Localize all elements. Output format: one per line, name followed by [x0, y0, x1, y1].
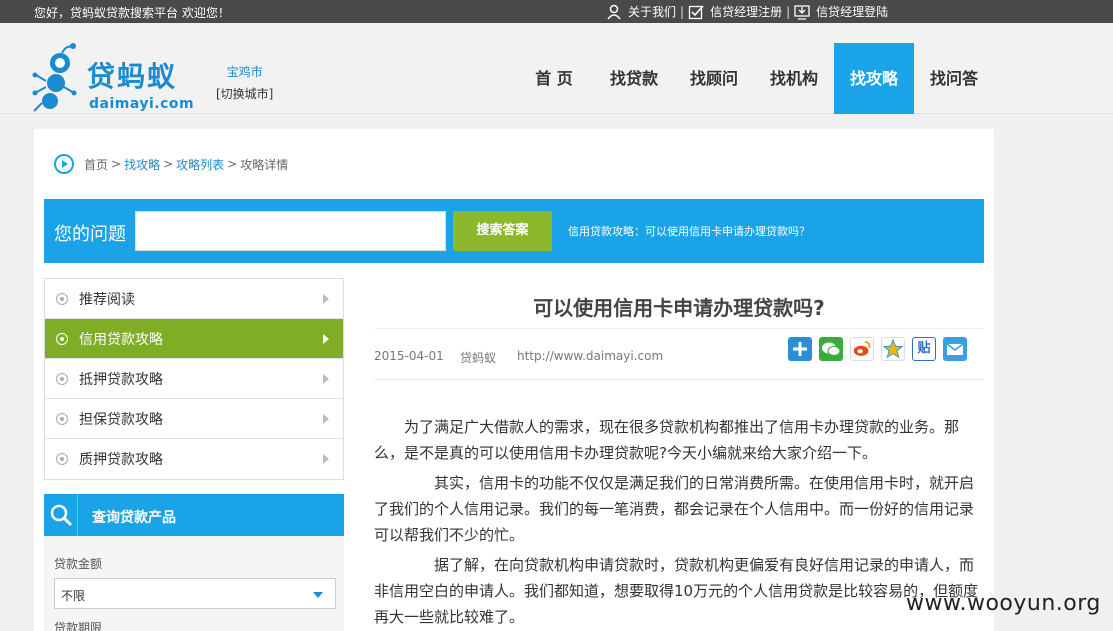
logo-domain-text: daimayi.com — [89, 96, 195, 112]
chevron-right-icon — [323, 374, 329, 384]
article-paragraph: 据了解，在向贷款机构申请贷款时，贷款机构更偏爱有良好信用记录的申请人，而非信用空… — [374, 556, 979, 626]
manager-login-link[interactable]: 信贷经理登陆 — [794, 3, 888, 20]
breadcrumb-home[interactable]: 首页 — [84, 156, 108, 173]
monitor-icon — [794, 4, 810, 20]
nav-home[interactable]: 首 页 — [514, 43, 594, 114]
loan-query-box: 查询贷款产品 贷款金额 不限 贷款期限 — [44, 494, 344, 631]
breadcrumb-sep: > — [163, 157, 174, 171]
question-search-bar: 您的问题 搜索答案 信用贷款攻略：可以使用信用卡申请办理贷款吗？ — [44, 199, 984, 263]
main-nav: 首 页 找贷款 找顾问 找机构 找攻略 找问答 — [514, 43, 994, 114]
article-paragraph: 其实，信用卡的功能不仅仅是满足我们的日常消费所需。在使用信用卡时，就开启了我们的… — [374, 474, 975, 544]
loan-amount-label: 贷款金额 — [54, 557, 103, 571]
nav-find-institution[interactable]: 找机构 — [754, 43, 834, 114]
logo-brand-text: 贷蚂蚁 — [87, 60, 178, 93]
qzone-star-icon[interactable] — [881, 337, 905, 361]
user-icon — [607, 4, 621, 19]
about-us-link[interactable]: 关于我们 — [606, 3, 676, 20]
nav-find-qa[interactable]: 找问答 — [914, 43, 994, 114]
about-us-label: 关于我们 — [628, 5, 677, 19]
breadcrumb-current: 攻略详情 — [240, 157, 289, 172]
sidebar-item-label: 推荐阅读 — [79, 291, 135, 308]
top-bar: 您好，贷蚂蚁贷款搜索平台 欢迎您！ 关于我们 | 信贷经理注册 | 信贷经理登陆 — [0, 0, 1113, 23]
article: 可以使用信用卡申请办理贷款吗? 2015-04-01 贷蚂蚁 http://ww… — [374, 278, 984, 626]
chevron-right-icon — [323, 454, 329, 464]
city-selector: 宝鸡市 [切换城市] — [216, 63, 273, 102]
share-bar: 贴 — [788, 337, 974, 361]
wechat-icon[interactable] — [819, 337, 843, 361]
nav-find-advisor[interactable]: 找顾问 — [674, 43, 754, 114]
article-url[interactable]: http://www.daimayi.com — [517, 349, 663, 363]
sidebar-item-guarantee-loan[interactable]: 担保贷款攻略 — [45, 399, 343, 439]
manager-register-label: 信贷经理注册 — [710, 5, 783, 19]
search-icon — [44, 494, 78, 536]
chevron-right-icon — [323, 294, 329, 304]
loan-amount-value: 不限 — [61, 589, 86, 603]
sidebar-item-mortgage-loan[interactable]: 抵押贷款攻略 — [45, 359, 343, 399]
manager-register-link[interactable]: 信贷经理注册 — [688, 3, 782, 20]
ant-logo-icon — [32, 43, 77, 112]
article-title: 可以使用信用卡申请办理贷款吗? — [533, 296, 825, 320]
article-body: 为了满足广大借款人的需求，现在很多贷款机构都推出了信用卡办理贷款的业务。那么，是… — [374, 414, 984, 631]
sidebar-item-pledge-loan[interactable]: 质押贷款攻略 — [45, 439, 343, 479]
circle-dot-icon — [56, 453, 68, 465]
loan-amount-select[interactable]: 不限 — [54, 578, 336, 609]
article-meta: 2015-04-01 贷蚂蚁 http://www.daimayi.com 贴 — [374, 328, 984, 380]
sidebar-item-label: 信用贷款攻略 — [79, 331, 163, 348]
breadcrumb-sep: > — [111, 157, 122, 171]
article-paragraph: 为了满足广大借款人的需求，现在很多贷款机构都推出了信用卡办理贷款的业务。那么，是… — [374, 418, 960, 462]
site-header: 贷蚂蚁 daimayi.com 宝鸡市 [切换城市] 首 页 找贷款 找顾问 找… — [0, 23, 1113, 114]
search-answer-button[interactable]: 搜索答案 — [453, 211, 552, 251]
watermark: www.wooyun.org — [906, 591, 1101, 616]
sidebar-item-recommended[interactable]: 推荐阅读 — [45, 279, 343, 319]
loan-term-label: 贷款期限 — [54, 621, 103, 631]
chevron-right-icon — [323, 334, 329, 344]
chevron-right-icon — [323, 414, 329, 424]
play-circle-icon — [54, 154, 74, 174]
loan-query-title: 查询贷款产品 — [92, 510, 176, 526]
weibo-icon[interactable] — [850, 337, 874, 361]
switch-city-link[interactable]: [切换城市] — [216, 85, 273, 102]
breadcrumb-sep: > — [227, 157, 238, 171]
breadcrumb-guide[interactable]: 找攻略 — [124, 156, 160, 173]
top-links: 关于我们 | 信贷经理注册 | 信贷经理登陆 — [606, 0, 888, 23]
city-name: 宝鸡市 — [226, 65, 263, 79]
email-icon[interactable] — [943, 337, 967, 361]
nav-find-guide[interactable]: 找攻略 — [834, 43, 914, 114]
breadcrumb-guide-list[interactable]: 攻略列表 — [176, 156, 224, 173]
welcome-text: 您好，贷蚂蚁贷款搜索平台 欢迎您！ — [34, 6, 230, 20]
site-logo[interactable]: 贷蚂蚁 daimayi.com — [32, 41, 202, 121]
sidebar-item-label: 质押贷款攻略 — [79, 452, 163, 468]
circle-dot-icon — [56, 413, 68, 425]
circle-dot-icon — [56, 293, 68, 305]
sidebar-menu: 推荐阅读 信用贷款攻略 抵押贷款攻略 担保贷款攻略 质押贷款攻略 — [44, 278, 344, 480]
loan-query-header: 查询贷款产品 — [44, 494, 344, 536]
plus-share-icon[interactable] — [788, 337, 812, 361]
sidebar-item-label: 抵押贷款攻略 — [79, 371, 163, 388]
checkbox-icon — [688, 4, 704, 19]
breadcrumb: 首页 > 找攻略 > 攻略列表 > 攻略详情 — [54, 154, 288, 174]
tieba-icon[interactable]: 贴 — [912, 337, 936, 361]
manager-login-label: 信贷经理登陆 — [816, 5, 889, 19]
top-separator: | — [680, 4, 685, 19]
sidebar-item-credit-loan[interactable]: 信用贷款攻略 — [45, 319, 343, 359]
article-date: 2015-04-01 — [374, 349, 444, 363]
article-author: 贷蚂蚁 — [460, 351, 497, 365]
nav-find-loan[interactable]: 找贷款 — [594, 43, 674, 114]
circle-dot-icon — [56, 373, 68, 385]
sidebar-item-label: 担保贷款攻略 — [79, 411, 163, 428]
search-hint-text: 信用贷款攻略：可以使用信用卡申请办理贷款吗？ — [568, 225, 810, 238]
top-separator: | — [786, 4, 791, 19]
circle-dot-icon — [56, 333, 68, 345]
question-label: 您的问题 — [54, 224, 126, 245]
question-input[interactable] — [135, 211, 446, 251]
chevron-down-icon — [313, 592, 323, 598]
